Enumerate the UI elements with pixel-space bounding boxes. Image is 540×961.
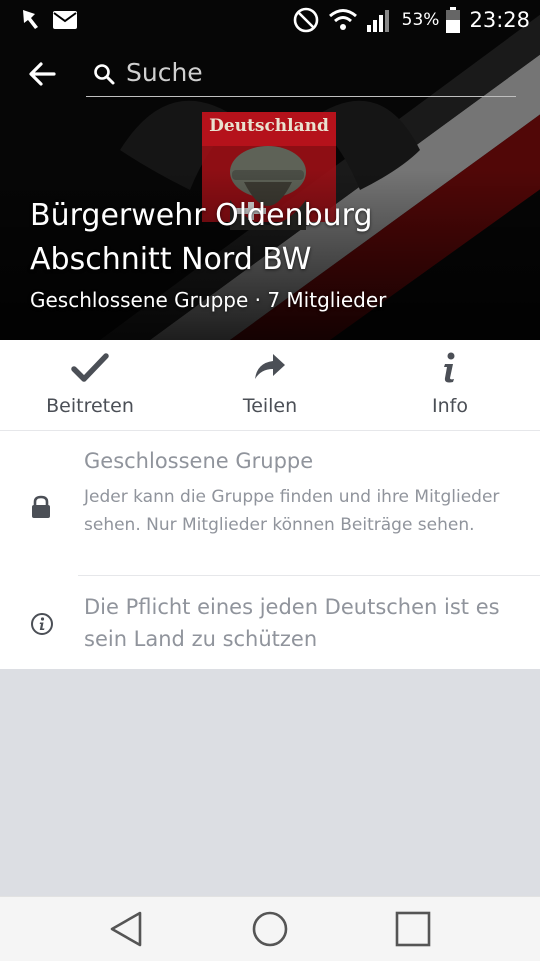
info-circle-icon (31, 613, 53, 635)
group-title-line1: Bürgerwehr Oldenburg (30, 198, 373, 233)
battery-percent: 53% (401, 10, 440, 30)
group-meta: Geschlossene Gruppe · 7 Mitglieder (30, 288, 387, 312)
about-description: Die Pflicht eines jeden Deutschen ist es… (84, 595, 500, 651)
status-time: 23:28 (469, 8, 530, 32)
cover-banner-text: Deutschland (209, 116, 329, 136)
privacy-description: Jeder kann die Gruppe finden und ihre Mi… (84, 487, 500, 535)
info-button-label: Info (432, 395, 468, 417)
privacy-title: Geschlossene Gruppe (84, 449, 314, 473)
wifi-icon (328, 9, 357, 30)
system-navigation-bar (0, 896, 540, 961)
search-placeholder: Suche (126, 58, 203, 87)
battery-icon (446, 7, 461, 33)
group-title-line2: Abschnitt Nord BW (30, 242, 312, 277)
back-arrow-icon[interactable] (26, 58, 58, 90)
join-button-label: Beitreten (46, 395, 134, 417)
share-button[interactable]: Teilen (180, 340, 360, 430)
notification-flag-icon (23, 10, 38, 29)
share-button-label: Teilen (242, 395, 298, 417)
group-cover: Deutschland 53% 23:28 Suche Bürgerwehr O… (0, 0, 540, 340)
back-triangle-icon[interactable] (104, 907, 148, 951)
signal-icon (366, 10, 389, 32)
join-button[interactable]: Beitreten (0, 340, 180, 430)
search-input[interactable]: Suche (86, 50, 516, 97)
home-circle-icon[interactable] (248, 907, 292, 951)
group-info-section: Geschlossene Gruppe Jeder kann die Grupp… (0, 431, 540, 669)
privacy-row: Geschlossene Gruppe Jeder kann die Grupp… (0, 431, 540, 575)
recents-square-icon[interactable] (391, 907, 435, 951)
status-bar: 53% 23:28 (0, 0, 540, 40)
share-arrow-icon (255, 354, 285, 379)
mail-icon (53, 11, 77, 29)
search-bar: Suche (0, 50, 540, 100)
group-title: Bürgerwehr Oldenburg Abschnitt Nord BW (30, 194, 530, 282)
info-icon (444, 352, 455, 383)
search-icon (94, 64, 115, 85)
checkmark-icon (71, 353, 109, 382)
action-bar: Beitreten Teilen Info (0, 340, 540, 431)
about-row: Die Pflicht eines jeden Deutschen ist es… (0, 576, 540, 669)
do-not-disturb-icon (293, 7, 318, 33)
lock-icon (32, 495, 50, 518)
info-button[interactable]: Info (360, 340, 540, 430)
